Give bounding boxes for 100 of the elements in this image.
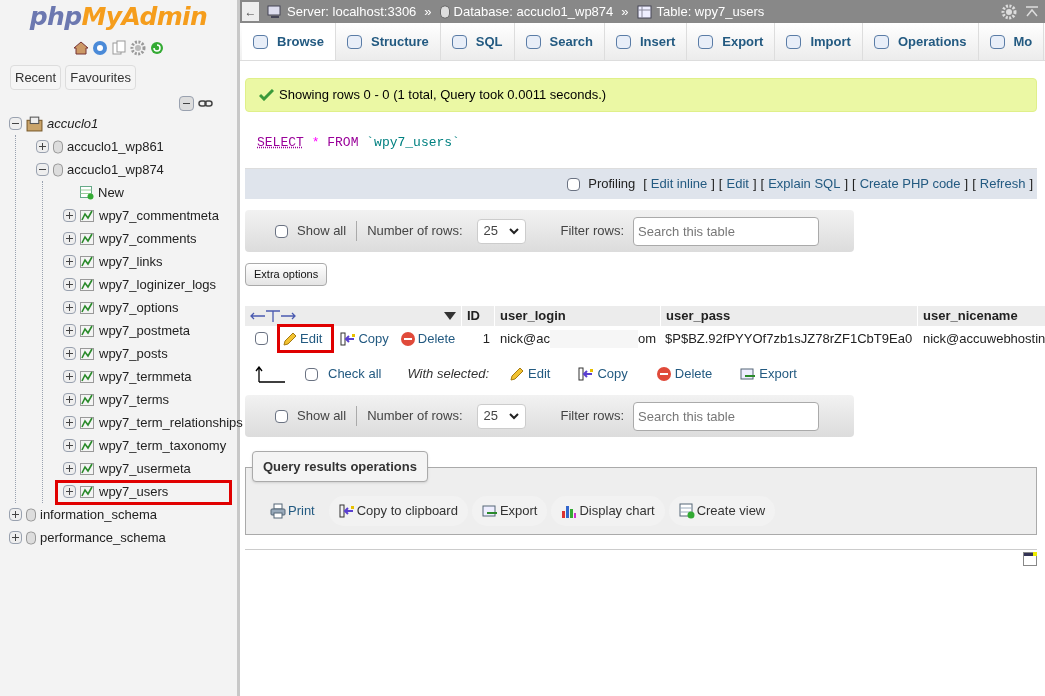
query-link[interactable]: Create PHP code: [859, 174, 961, 194]
tree-item[interactable]: wpy7_commentmeta: [99, 205, 219, 226]
tree-item[interactable]: wpy7_termmeta: [99, 366, 192, 387]
query-link[interactable]: Explain SQL: [768, 174, 841, 194]
operation-button[interactable]: Print: [260, 496, 325, 526]
expand-icon[interactable]: [63, 462, 76, 475]
collapse-all-icon[interactable]: [179, 96, 194, 111]
collapse-up-icon[interactable]: [1025, 4, 1039, 19]
nav-tab[interactable]: Browse: [242, 23, 336, 60]
expand-icon[interactable]: [63, 393, 76, 406]
sidebar-tab-button[interactable]: Recent: [10, 65, 62, 90]
expand-icon[interactable]: [63, 439, 76, 452]
column-header[interactable]: ID: [462, 306, 495, 326]
query-link[interactable]: Edit inline: [650, 174, 708, 194]
tree-item[interactable]: wpy7_usermeta: [99, 458, 191, 479]
row-action-link[interactable]: Delete: [399, 328, 456, 349]
success-message: Showing rows 0 - 0 (1 total, Query took 0.0011 seconds.): [245, 78, 1037, 112]
tree-item[interactable]: wpy7_options: [99, 297, 179, 318]
tree-item[interactable]: wpy7_terms: [99, 389, 170, 410]
column-header[interactable]: user_login: [495, 306, 661, 326]
expand-icon[interactable]: [9, 508, 22, 521]
nav-tab[interactable]: SQL: [440, 23, 515, 60]
nav-tab[interactable]: Mo: [978, 23, 1045, 60]
check-all-checkbox[interactable]: [305, 367, 318, 381]
tree-item[interactable]: accuclo1_wp874: [67, 159, 164, 180]
rows-select[interactable]: 25: [476, 218, 526, 244]
row-action-link[interactable]: Copy: [340, 328, 389, 349]
tree-item[interactable]: accuclo1: [47, 113, 99, 134]
tree-item[interactable]: wpy7_comments: [99, 228, 197, 249]
show-all-checkbox[interactable]: [275, 409, 288, 423]
breadcrumb-link[interactable]: Database: accuclo1_wp874: [453, 1, 614, 22]
tree-item[interactable]: wpy7_links: [99, 251, 163, 272]
operation-button[interactable]: Export: [471, 496, 548, 526]
profiling-checkbox[interactable]: [567, 177, 581, 191]
expand-icon[interactable]: [63, 416, 76, 429]
note-icon[interactable]: [1023, 552, 1037, 566]
filter-field[interactable]: Search this table: [633, 216, 820, 246]
collapse-icon[interactable]: [9, 117, 22, 130]
show-all-checkbox[interactable]: [275, 224, 288, 238]
delete-icon: [399, 330, 416, 347]
expand-icon[interactable]: [63, 232, 76, 245]
tree-item[interactable]: wpy7_term_relationships: [99, 412, 243, 433]
extra-options-button[interactable]: Extra options: [245, 263, 328, 286]
settings-icon[interactable]: [129, 40, 146, 56]
expand-icon[interactable]: [63, 485, 76, 498]
check-all-link[interactable]: Check all: [328, 364, 382, 384]
bulk-action-button[interactable]: Delete: [655, 364, 713, 384]
tree-item[interactable]: accuclo1_wp861: [67, 136, 164, 157]
tree-item[interactable]: New: [98, 182, 124, 203]
query-link[interactable]: Edit: [726, 174, 749, 194]
nav-tab[interactable]: Insert: [604, 23, 688, 60]
back-button[interactable]: ←: [242, 2, 259, 21]
dropdown-caret-icon[interactable]: [444, 312, 456, 320]
operation-button[interactable]: Copy to clipboard: [328, 496, 468, 526]
expand-icon[interactable]: [63, 370, 76, 383]
expand-icon[interactable]: [63, 324, 76, 337]
collapse-icon[interactable]: [36, 163, 49, 176]
table-structure-icon: [80, 208, 95, 223]
operation-button[interactable]: Display chart: [551, 496, 665, 526]
with-selected-label: With selected:: [407, 365, 489, 384]
nav-tab[interactable]: Structure: [335, 23, 441, 60]
row-checkbox[interactable]: [255, 332, 268, 345]
expand-icon[interactable]: [63, 255, 76, 268]
table-cell-text: nick@ac: [500, 329, 551, 348]
column-header[interactable]: user_nicename: [918, 306, 1045, 326]
tree-item[interactable]: performance_schema: [40, 527, 166, 548]
bulk-action-button[interactable]: Export: [740, 364, 797, 384]
query-link[interactable]: Refresh: [979, 174, 1026, 194]
tree-item[interactable]: wpy7_term_taxonomy: [99, 435, 227, 456]
tree-item[interactable]: wpy7_loginizer_logs: [99, 274, 217, 295]
reload-icon[interactable]: [148, 40, 165, 56]
expand-icon[interactable]: [63, 209, 76, 222]
expand-icon[interactable]: [9, 531, 22, 544]
nav-tab[interactable]: Search: [514, 23, 605, 60]
nav-tab[interactable]: Import: [775, 23, 863, 60]
bulk-action-button[interactable]: Edit: [509, 364, 551, 384]
breadcrumb-link[interactable]: Server: localhost:3306: [287, 1, 417, 22]
resize-columns-icon[interactable]: [250, 309, 296, 323]
breadcrumb-link[interactable]: Table: wpy7_users: [656, 1, 765, 22]
tree-item[interactable]: wpy7_postmeta: [99, 320, 191, 341]
expand-icon[interactable]: [63, 347, 76, 360]
row-action-link[interactable]: Edit: [282, 328, 323, 349]
column-header[interactable]: user_pass: [661, 306, 918, 326]
bulk-action-button[interactable]: Copy: [578, 364, 628, 384]
expand-icon[interactable]: [63, 301, 76, 314]
nav-tab[interactable]: Operations: [862, 23, 979, 60]
expand-icon[interactable]: [36, 140, 49, 153]
expand-icon[interactable]: [63, 278, 76, 291]
tab-icon: [698, 34, 714, 49]
home-icon[interactable]: [72, 40, 89, 56]
rows-select[interactable]: 25: [476, 403, 526, 429]
help-icon[interactable]: [91, 40, 108, 56]
tab-icon: [615, 34, 631, 49]
operation-button[interactable]: Create view: [668, 496, 776, 526]
sidebar-tab-button[interactable]: Favourites: [65, 65, 136, 90]
filter-field[interactable]: Search this table: [633, 401, 820, 431]
tree-item[interactable]: wpy7_posts: [99, 343, 168, 364]
tree-item[interactable]: information_schema: [40, 504, 158, 525]
tree-item[interactable]: wpy7_users: [99, 481, 169, 502]
nav-tab[interactable]: Export: [687, 23, 776, 60]
